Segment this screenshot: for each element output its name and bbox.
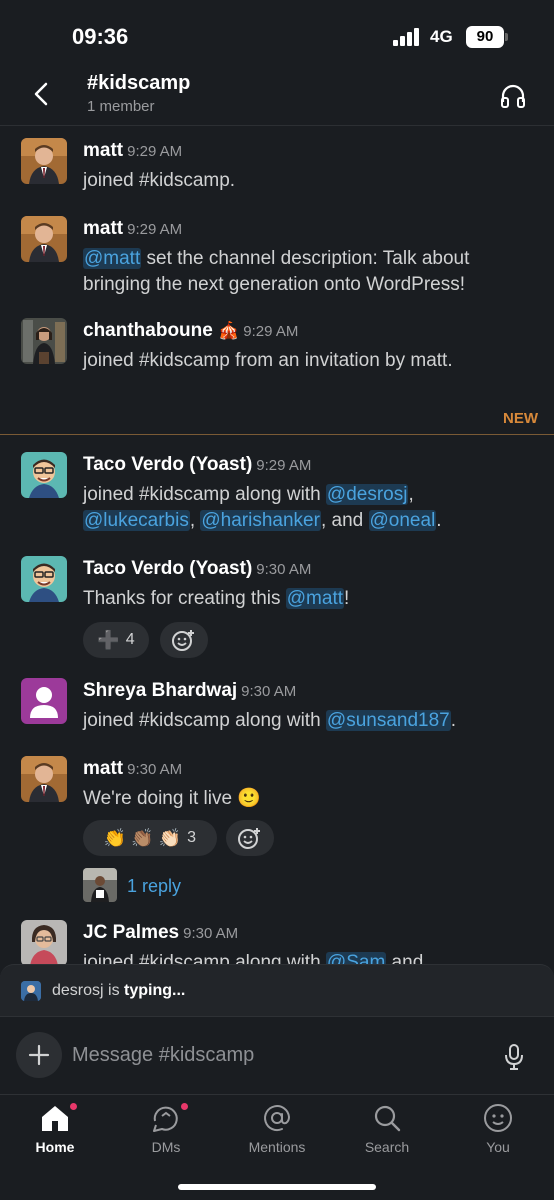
message-time: 9:30 AM [241, 683, 297, 700]
mention-link[interactable]: @desrosj [325, 484, 409, 505]
message-author[interactable]: matt 9:29 AM [83, 218, 182, 240]
tab-search[interactable]: Search [337, 1103, 437, 1165]
mention-link[interactable]: @sunsand187 [325, 710, 451, 731]
avatar[interactable] [21, 678, 67, 724]
reaction-count: 3 [187, 829, 197, 846]
mention-link[interactable]: @matt [285, 588, 345, 609]
search-icon [374, 1105, 401, 1132]
message-author[interactable]: JC Palmes 9:30 AM [83, 922, 238, 944]
add-reaction-button[interactable] [160, 622, 208, 658]
avatar[interactable] [21, 138, 67, 184]
typing-text: desrosj is typing... [52, 982, 186, 999]
typing-avatar [21, 981, 41, 1001]
status-bar: 09:36 4G 90 [0, 0, 554, 64]
home-icon [42, 1106, 68, 1131]
message-time: 9:29 AM [256, 457, 312, 474]
avatar[interactable] [21, 756, 67, 802]
new-messages-label: NEW [503, 410, 538, 427]
message-text: joined #kidscamp from an invitation by m… [83, 350, 453, 371]
tab-label: You [486, 1139, 510, 1155]
dms-icon [153, 1106, 178, 1132]
message-author[interactable]: Taco Verdo (Yoast) 9:29 AM [83, 454, 311, 476]
message-text: @matt set the channel description: Talk … [83, 248, 470, 295]
clap-emojis: 👏 👏🏽 👏🏻 [103, 827, 182, 848]
notification-dot [68, 1101, 79, 1112]
microphone-icon[interactable] [504, 1043, 524, 1071]
message-composer [0, 1016, 554, 1094]
typing-indicator: desrosj is typing... [0, 964, 554, 1016]
reply-avatar[interactable] [83, 868, 117, 902]
tab-dms[interactable]: DMs [116, 1101, 216, 1165]
tab-label: Home [35, 1139, 75, 1155]
message-time: 9:30 AM [256, 561, 312, 578]
status-emoji: 🎪 [218, 321, 240, 340]
signal-icon [393, 28, 421, 46]
message-time: 9:29 AM [127, 143, 183, 160]
reaction-count: 4 [125, 631, 135, 648]
network-label: 4G [430, 27, 453, 46]
message-author[interactable]: Shreya Bhardwaj 9:30 AM [83, 680, 296, 702]
message-input[interactable] [72, 1041, 472, 1069]
message-time: 9:30 AM [127, 761, 183, 778]
message-time: 9:30 AM [183, 925, 239, 942]
tab-home[interactable]: Home [5, 1101, 105, 1165]
message-list[interactable]: matt 9:29 AM joined #kidscamp. matt 9:29 A… [0, 126, 554, 966]
new-messages-divider [0, 434, 554, 435]
message-author[interactable]: matt 9:30 AM [83, 758, 182, 780]
at-icon [264, 1105, 291, 1132]
mention-link[interactable]: @harishanker [200, 510, 321, 531]
tab-mentions[interactable]: Mentions [227, 1103, 327, 1165]
mention-link[interactable]: @matt [83, 248, 142, 269]
channel-header: #kidscamp 1 member [0, 64, 554, 126]
reply-link[interactable]: 1 reply [127, 873, 554, 899]
add-emoji-icon [238, 828, 260, 849]
notification-dot [179, 1101, 190, 1112]
back-icon[interactable] [28, 78, 56, 110]
tab-label: Search [364, 1139, 410, 1155]
home-indicator [178, 1184, 376, 1190]
battery-cap [505, 33, 508, 41]
tab-label: Mentions [248, 1139, 306, 1155]
tab-label: DMs [151, 1139, 181, 1155]
message-time: 9:29 AM [127, 221, 183, 238]
message-author[interactable]: chanthaboune 🎪 9:29 AM [83, 320, 298, 342]
tab-you[interactable]: You [448, 1103, 548, 1165]
message-text: joined #kidscamp along with @sunsand187. [83, 710, 457, 731]
avatar[interactable] [21, 556, 67, 602]
plus-emoji: ➕ [97, 629, 120, 650]
message-time: 9:29 AM [243, 323, 299, 340]
status-time: 09:36 [72, 24, 129, 49]
message-text: joined #kidscamp along with @desrosj, @lu… [83, 484, 442, 531]
reaction-pill[interactable]: ➕ 4 [83, 622, 149, 658]
message-text: We're doing it live 🙂 [83, 788, 261, 809]
avatar[interactable] [21, 452, 67, 498]
add-reaction-button[interactable] [226, 820, 274, 856]
avatar[interactable] [21, 920, 67, 966]
message-author[interactable]: matt 9:29 AM [83, 140, 182, 162]
battery-icon: 90 [466, 26, 504, 48]
member-count[interactable]: 1 member [87, 98, 155, 115]
channel-title[interactable]: #kidscamp [87, 72, 190, 95]
mention-link[interactable]: @lukecarbis [83, 510, 190, 531]
add-emoji-icon [172, 630, 194, 651]
headphones-icon[interactable] [498, 82, 528, 110]
you-icon [484, 1104, 512, 1132]
plus-icon [28, 1044, 50, 1066]
reaction-pill[interactable]: 👏 👏🏽 👏🏻 3 [83, 820, 217, 856]
mention-link[interactable]: @oneal [368, 510, 437, 531]
avatar[interactable] [21, 216, 67, 262]
message-text: Thanks for creating this @matt! [83, 588, 350, 609]
avatar[interactable] [21, 318, 67, 364]
message-text: joined #kidscamp. [83, 170, 236, 191]
attach-button[interactable] [16, 1032, 62, 1078]
message-author[interactable]: Taco Verdo (Yoast) 9:30 AM [83, 558, 311, 580]
